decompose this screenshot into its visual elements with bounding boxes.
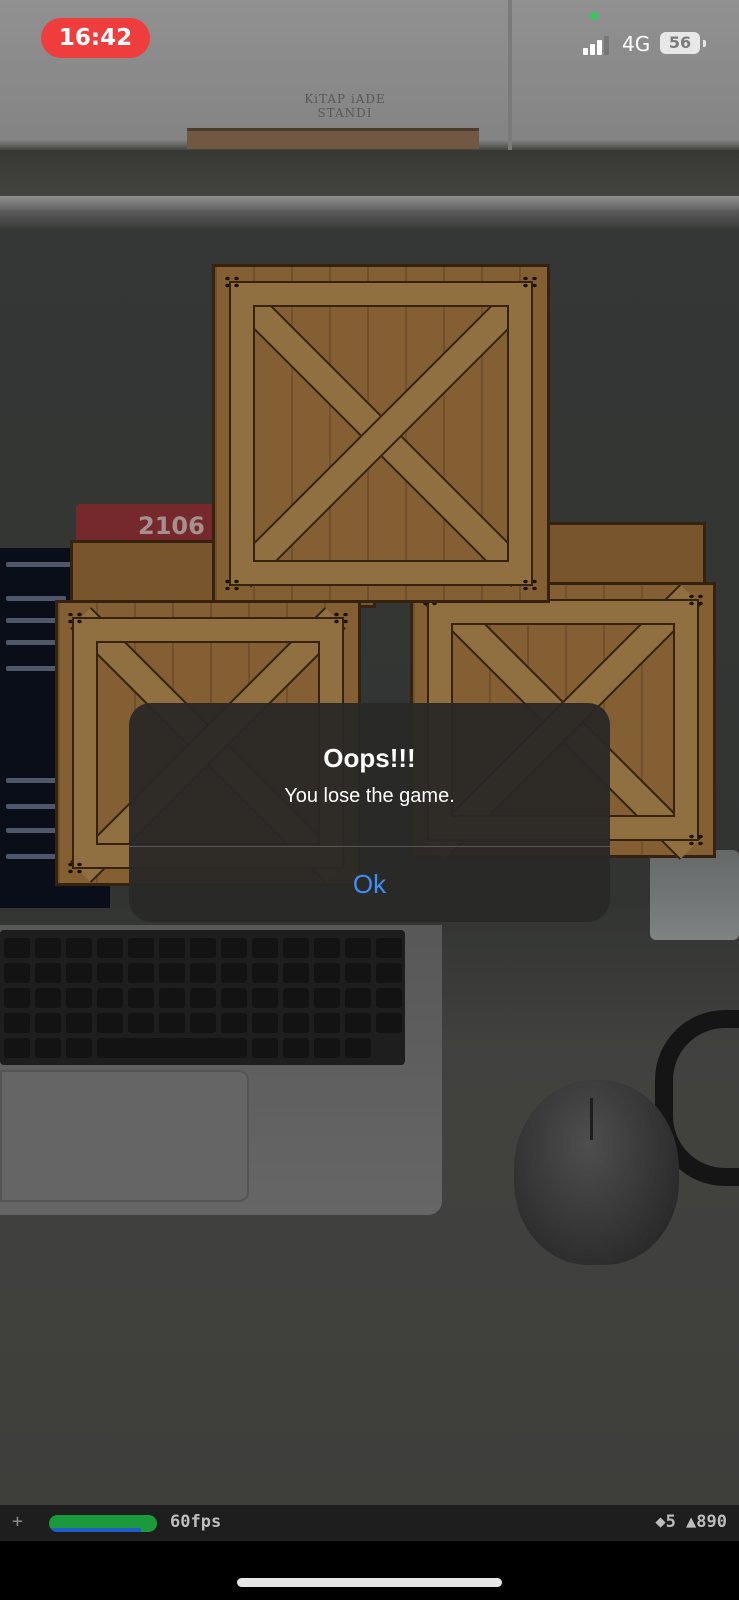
network-type: 4G <box>622 32 651 56</box>
home-indicator[interactable] <box>237 1578 502 1587</box>
fps-meter <box>49 1515 157 1532</box>
battery-cap <box>703 40 706 47</box>
fps-label: 60fps <box>170 1512 222 1532</box>
alert-message: You lose the game. <box>284 785 455 807</box>
expand-stats-icon[interactable]: + <box>12 1511 23 1532</box>
privacy-indicator-dot <box>590 12 598 20</box>
alert-title: Oops!!! <box>323 743 416 773</box>
debug-stats-bar: + 60fps ◆5 ▲890 <box>0 1505 739 1541</box>
battery-icon: 56 <box>660 32 700 54</box>
signal-strength-icon <box>583 35 611 55</box>
ok-button[interactable]: Ok <box>129 847 610 922</box>
node-triangle-stats: ◆5 ▲890 <box>655 1512 727 1532</box>
status-time-pill[interactable]: 16:42 <box>41 18 150 58</box>
game-over-alert: Oops!!! You lose the game. Ok <box>129 703 610 922</box>
home-area <box>0 1541 739 1600</box>
screen: KiTAP iADE STANDI 2106 16:42 4G 56 Oops!… <box>0 0 739 1600</box>
